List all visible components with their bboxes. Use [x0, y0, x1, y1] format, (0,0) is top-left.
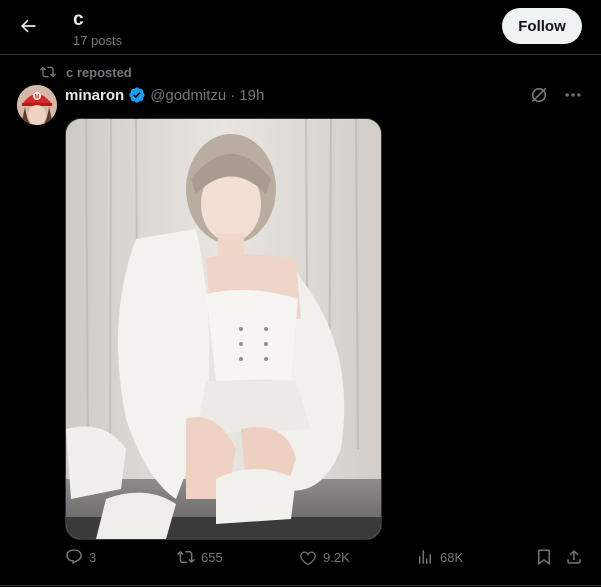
reply-icon: [66, 549, 82, 565]
views-icon: [419, 550, 431, 564]
reply-button[interactable]: 3: [65, 548, 96, 566]
view-count: 68K: [440, 549, 464, 565]
back-button[interactable]: [14, 12, 42, 40]
author-handle[interactable]: @godmitzu: [150, 87, 226, 104]
share-button[interactable]: [565, 548, 583, 566]
author-name[interactable]: minaron: [65, 87, 124, 104]
profile-header: c 17 posts Follow: [0, 0, 601, 55]
repost-text[interactable]: c reposted: [66, 65, 132, 80]
follow-button[interactable]: Follow: [502, 8, 582, 44]
repost-count: 655: [201, 549, 223, 565]
divider: [0, 585, 601, 586]
like-button[interactable]: 9.2K: [299, 548, 350, 566]
arrow-left-icon: [21, 19, 36, 33]
repost-icon: [40, 66, 56, 78]
post-author-row: minaron @godmitzu · 19h: [65, 85, 264, 105]
post-action-bar: 3 655 9.2K 68K: [65, 548, 585, 570]
avatar[interactable]: M: [17, 85, 57, 125]
bookmark-button[interactable]: [535, 548, 553, 566]
repost-icon: [177, 550, 195, 564]
bookmark-icon: [538, 549, 550, 566]
views-button[interactable]: 68K: [416, 548, 463, 566]
like-count: 9.2K: [323, 549, 350, 565]
repost-button[interactable]: 655: [177, 548, 223, 566]
post-media-image[interactable]: [65, 118, 382, 540]
reply-count: 3: [89, 549, 97, 565]
repost-indicator: c reposted: [40, 63, 132, 81]
post-top-actions: [529, 85, 583, 105]
share-icon: [567, 549, 581, 564]
svg-text:M: M: [35, 95, 40, 101]
separator-dot: ·: [230, 86, 236, 104]
heart-icon: [300, 551, 316, 566]
post-count: 17 posts: [73, 33, 123, 48]
more-icon[interactable]: [563, 85, 583, 105]
grok-icon[interactable]: [529, 85, 549, 105]
verified-badge-icon: [129, 87, 145, 103]
post-time[interactable]: 19h: [239, 87, 264, 104]
profile-title: c: [73, 9, 84, 30]
